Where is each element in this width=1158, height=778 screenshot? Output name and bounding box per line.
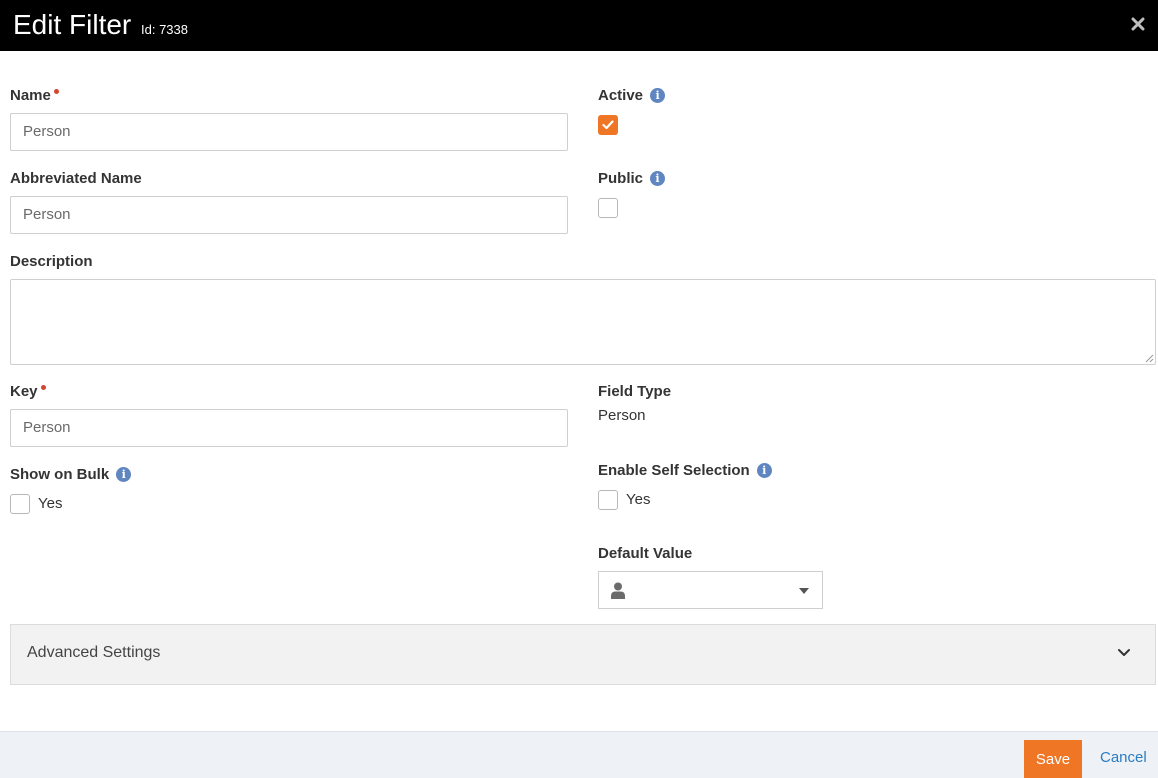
show-on-bulk-checkbox[interactable] (10, 494, 30, 514)
check-icon (602, 120, 614, 130)
person-icon (611, 582, 625, 599)
save-button[interactable]: Save (1024, 740, 1082, 778)
enable-self-selection-label: Enable Self Selection i (598, 461, 772, 481)
name-input[interactable]: Person (10, 113, 568, 151)
active-label: Active i (598, 86, 666, 106)
field-type-value: Person (598, 407, 646, 424)
modal-title: Edit Filter (13, 9, 132, 40)
required-indicator (40, 385, 46, 390)
show-on-bulk-option[interactable]: Yes (38, 494, 62, 514)
name-label: Name (10, 86, 59, 106)
modal-footer (0, 731, 1158, 778)
chevron-down-icon (1118, 649, 1130, 656)
caret-down-icon (799, 588, 809, 594)
advanced-settings-panel[interactable]: Advanced Settings (10, 624, 1156, 685)
close-icon[interactable] (1127, 13, 1149, 35)
show-on-bulk-label: Show on Bulk i (10, 465, 132, 485)
default-value-person-picker[interactable] (598, 571, 823, 609)
info-icon[interactable]: i (116, 467, 132, 482)
public-checkbox[interactable] (598, 198, 618, 218)
enable-self-selection-checkbox[interactable] (598, 490, 618, 510)
field-type-label: Field Type (598, 383, 672, 400)
info-icon[interactable]: i (650, 171, 666, 186)
active-checkbox[interactable] (598, 115, 618, 135)
abbreviated-name-input[interactable]: Person (10, 196, 568, 234)
key-label: Key (10, 382, 46, 402)
cancel-link[interactable]: Cancel (1100, 749, 1147, 766)
abbreviated-name-label: Abbreviated Name (10, 170, 142, 187)
default-value-label: Default Value (598, 545, 693, 562)
public-label: Public i (598, 169, 666, 189)
description-textarea[interactable] (10, 279, 1156, 365)
record-id: Id: 7338 (141, 22, 188, 37)
info-icon[interactable]: i (650, 88, 666, 103)
info-icon[interactable]: i (756, 463, 772, 478)
key-input[interactable]: Person (10, 409, 568, 447)
enable-self-selection-option[interactable]: Yes (626, 490, 650, 510)
modal-header: Edit Filter Id: 7338 (0, 0, 1158, 51)
required-indicator (53, 89, 59, 94)
description-label: Description (10, 253, 93, 270)
advanced-settings-label: Advanced Settings (27, 644, 161, 661)
resize-grip-icon[interactable] (1144, 353, 1154, 363)
